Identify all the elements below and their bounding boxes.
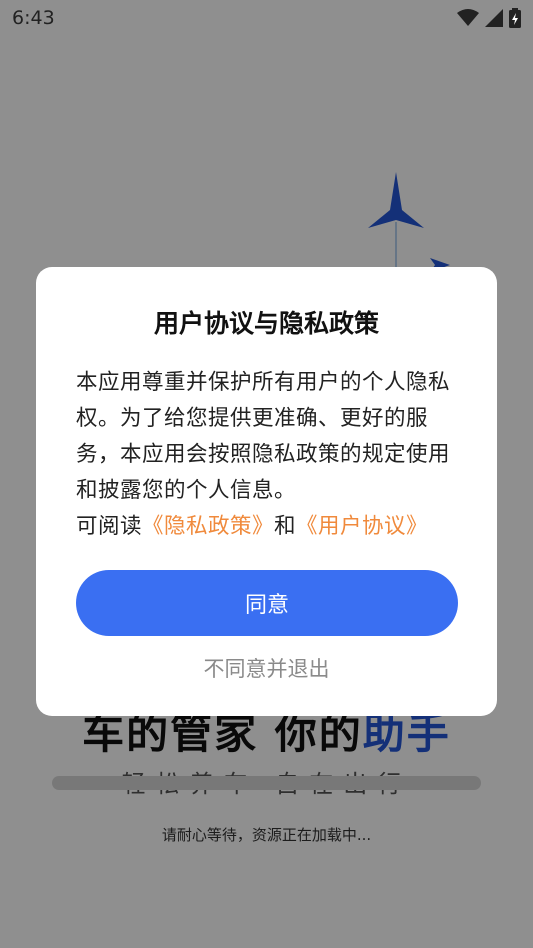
dialog-body: 本应用尊重并保护所有用户的个人隐私权。为了给您提供更准确、更好的服务，本应用会按… [76, 365, 457, 545]
dialog-body-text: 本应用尊重并保护所有用户的个人隐私权。为了给您提供更准确、更好的服务，本应用会按… [76, 370, 451, 503]
status-icons [457, 8, 521, 28]
status-time: 6:43 [12, 7, 55, 29]
privacy-dialog: 用户协议与隐私政策 本应用尊重并保护所有用户的个人隐私权。为了给您提供更准确、更… [36, 267, 497, 716]
wifi-icon [457, 9, 479, 26]
dialog-title: 用户协议与隐私政策 [153, 309, 379, 338]
user-agreement-link[interactable]: 《用户协议》 [296, 514, 428, 539]
dialog-links-line: 可阅读《隐私政策》和《用户协议》 [76, 509, 457, 545]
battery-charging-icon [509, 8, 521, 28]
read-prefix: 可阅读 [76, 514, 143, 539]
status-bar: 6:43 [0, 0, 533, 36]
and-text: 和 [274, 514, 297, 539]
agree-button[interactable]: 同意 [76, 570, 458, 636]
privacy-policy-link[interactable]: 《隐私政策》 [142, 514, 274, 539]
decline-and-exit-button[interactable]: 不同意并退出 [198, 652, 336, 684]
cellular-signal-icon [485, 9, 503, 27]
